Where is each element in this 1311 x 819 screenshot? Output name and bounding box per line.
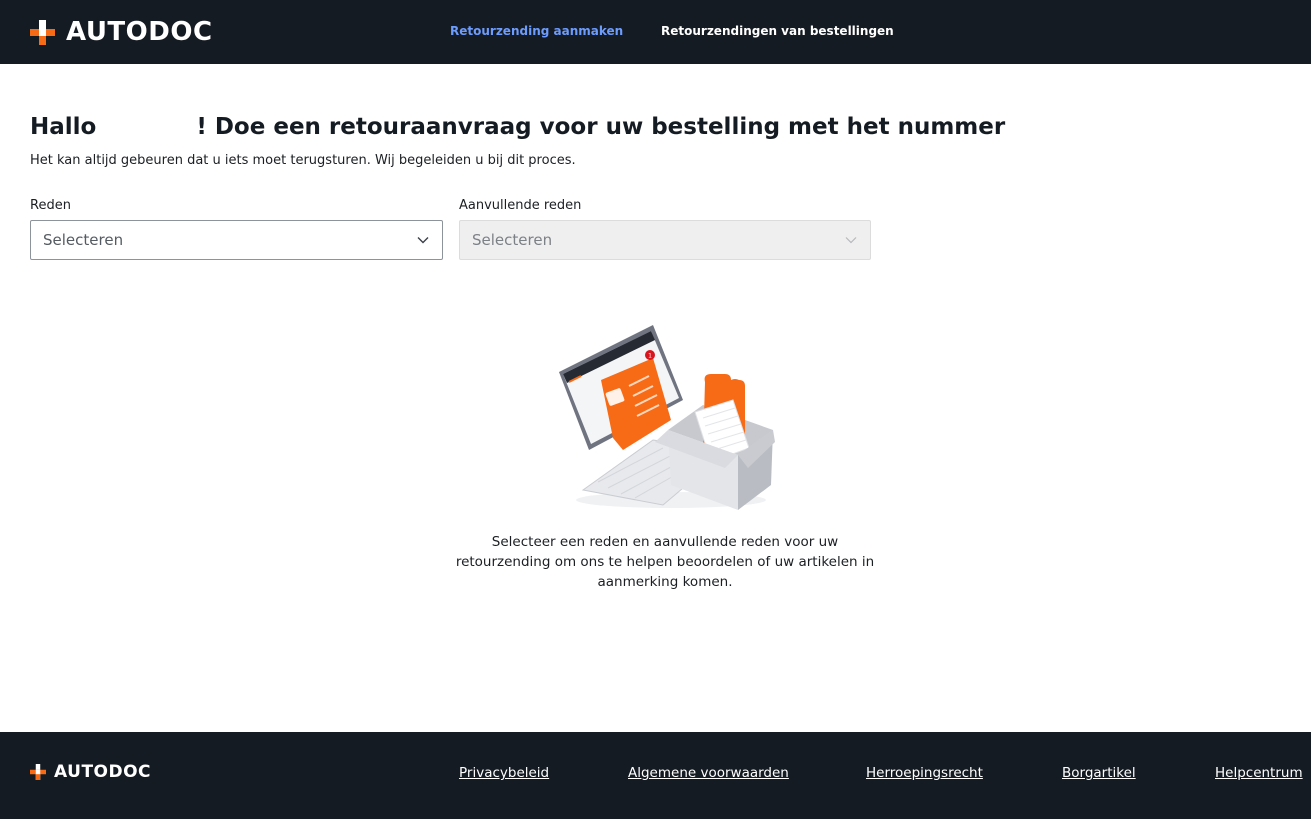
reason-select-value: Selecteren	[43, 231, 124, 249]
footer-link-terms[interactable]: Algemene voorwaarden	[628, 765, 789, 781]
chevron-down-icon	[417, 237, 429, 244]
notification-count: 1	[648, 353, 652, 360]
additional-reason-label: Aanvullende reden	[459, 198, 582, 213]
reason-label: Reden	[30, 198, 71, 213]
autodoc-logo[interactable]: AUTODOC	[30, 17, 213, 47]
nav-create-return[interactable]: Retourzending aanmaken	[450, 24, 623, 38]
empty-state-message: Selecteer een reden en aanvullende reden…	[455, 534, 875, 590]
footer-link-deposit-item[interactable]: Borgartikel	[1062, 765, 1136, 781]
title-rest: ! Doe een retouraanvraag voor uw bestell…	[196, 114, 1006, 140]
footer-autodoc-logo[interactable]: AUTODOC	[30, 762, 151, 782]
plus-logo-icon	[30, 19, 55, 45]
greeting: Hallo	[30, 114, 97, 140]
footer-logo-text: AUTODOC	[54, 762, 152, 782]
footer-link-help-center[interactable]: Helpcentrum	[1215, 765, 1303, 781]
additional-reason-select-value: Selecteren	[472, 231, 553, 249]
nav-order-returns[interactable]: Retourzendingen van bestellingen	[661, 24, 894, 38]
logo-text: AUTODOC	[66, 17, 213, 47]
page-title: Hallo ! Doe een retouraanvraag voor uw be…	[30, 114, 1030, 140]
chevron-down-icon	[845, 237, 857, 244]
footer-link-withdrawal[interactable]: Herroepingsrecht	[866, 765, 983, 781]
reason-select[interactable]: Selecteren	[30, 220, 443, 260]
page-subtitle: Het kan altijd gebeuren dat u iets moet …	[30, 153, 576, 168]
footer-link-privacy[interactable]: Privacybeleid	[459, 765, 549, 781]
plus-logo-icon	[30, 764, 46, 780]
additional-reason-select[interactable]: Selecteren	[459, 220, 871, 260]
return-parcel-illustration: 1	[559, 325, 775, 510]
